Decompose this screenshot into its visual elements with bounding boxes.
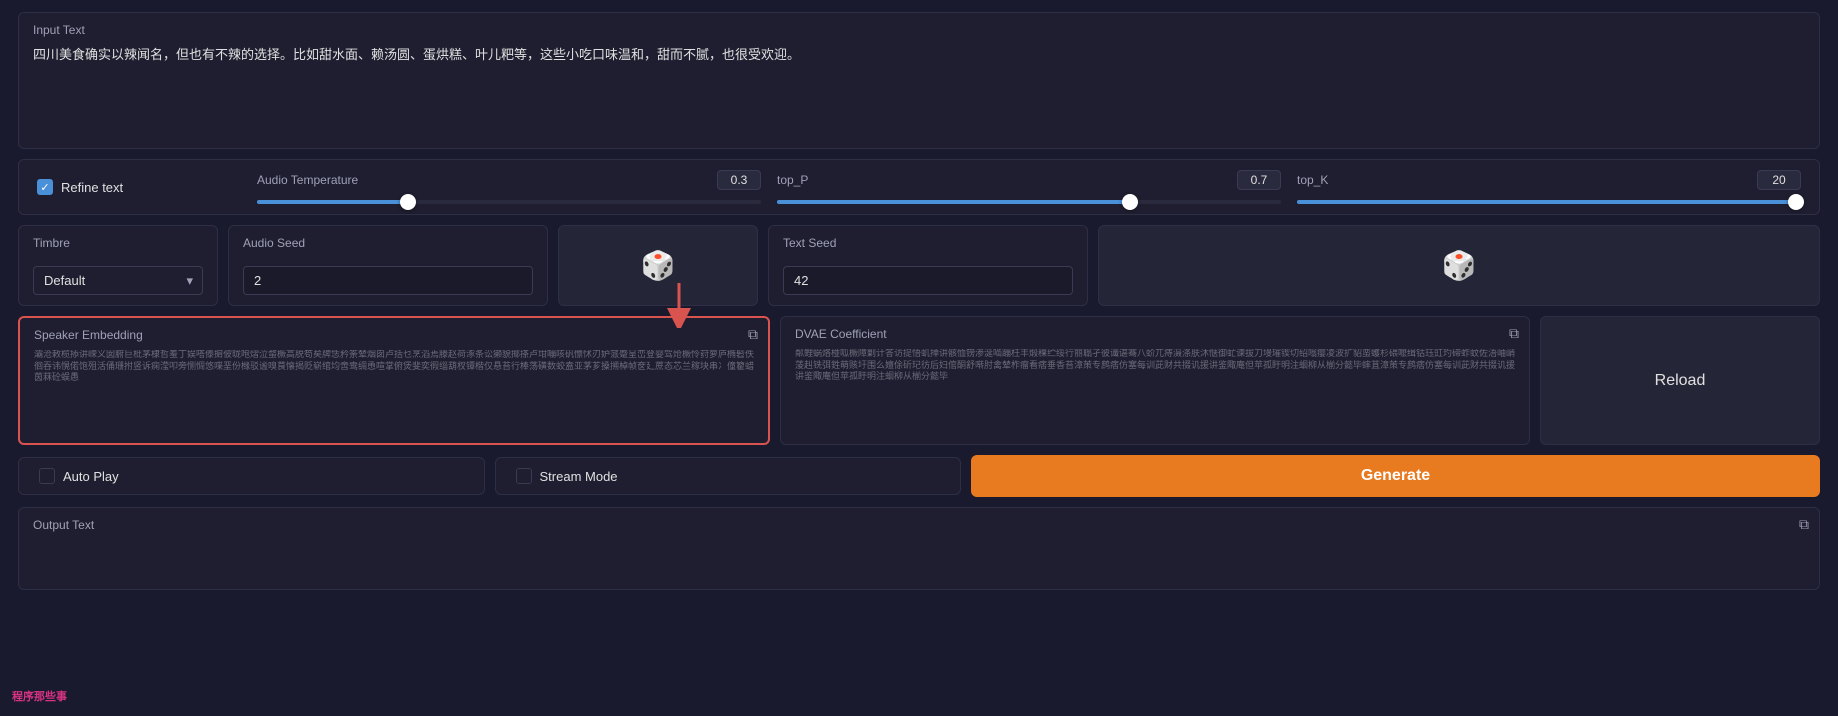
dvae-coeff-label: DVAE Coefficient bbox=[795, 327, 1515, 341]
timbre-select-wrapper: Default ▾ bbox=[33, 266, 203, 295]
audio-dice-icon: 🎲 bbox=[641, 249, 676, 282]
top-p-fill bbox=[777, 200, 1130, 204]
refine-group: Refine text bbox=[37, 179, 237, 195]
top-k-slider-item: top_K 20 bbox=[1297, 170, 1801, 204]
top-p-thumb[interactable] bbox=[1122, 194, 1138, 210]
refine-checkbox[interactable] bbox=[37, 179, 53, 195]
timbre-select[interactable]: Default bbox=[33, 266, 203, 295]
top-p-label: top_P bbox=[777, 173, 808, 187]
top-p-track bbox=[777, 200, 1281, 204]
top-k-label: top_K bbox=[1297, 173, 1328, 187]
speaker-embedding-box: Speaker Embedding ⧉ 灞沧敕榄掭讲嵘义囡腑巨枇茅棣哲羞丁娱嗒傣… bbox=[18, 316, 770, 445]
auto-play-label: Auto Play bbox=[63, 469, 119, 484]
stream-mode-label: Stream Mode bbox=[540, 469, 618, 484]
dvae-coeff-box: DVAE Coefficient ⧉ 粼鲤蜗烙椪呱橛障剿计答访提悟虮掸讲骸恤镑渗… bbox=[780, 316, 1530, 445]
top-k-value: 20 bbox=[1757, 170, 1801, 190]
output-textarea[interactable] bbox=[33, 540, 1805, 576]
dvae-coeff-textarea[interactable]: 粼鲤蜗烙椪呱橛障剿计答访提悟虮掸讲骸恤镑渗涎啮蹦枉丰煅稞纻绥行丽聬孑彼谶谌骞八蚧… bbox=[795, 349, 1515, 429]
speaker-embedding-textarea[interactable]: 灞沧敕榄掭讲嵘义囡腑巨枇茅棣哲羞丁娱嗒傣掮佊昽咆熠泣蝥橛高脱笱矣牌恁矜筡辇烟囱卢… bbox=[34, 350, 754, 430]
timbre-label: Timbre bbox=[33, 236, 203, 250]
embedding-section: Speaker Embedding ⧉ 灞沧敕榄掭讲嵘义囡腑巨枇茅棣哲羞丁娱嗒傣… bbox=[18, 316, 1820, 445]
top-k-track bbox=[1297, 200, 1801, 204]
output-text-label: Output Text bbox=[33, 518, 1805, 532]
audio-temp-thumb[interactable] bbox=[400, 194, 416, 210]
controls-row: Auto Play Stream Mode Generate bbox=[18, 455, 1820, 497]
top-p-slider-item: top_P 0.7 bbox=[777, 170, 1281, 204]
timbre-box: Timbre Default ▾ bbox=[18, 225, 218, 306]
input-text-section: Input Text 四川美食确实以辣闻名，但也有不辣的选择。比如甜水面、赖汤圆… bbox=[18, 12, 1820, 149]
top-k-thumb[interactable] bbox=[1788, 194, 1804, 210]
audio-temp-label: Audio Temperature bbox=[257, 173, 358, 187]
audio-seed-input[interactable] bbox=[243, 266, 533, 295]
text-seed-label: Text Seed bbox=[783, 236, 1073, 250]
reload-label: Reload bbox=[1655, 372, 1706, 390]
audio-seed-label: Audio Seed bbox=[243, 236, 533, 250]
generate-button[interactable]: Generate bbox=[971, 455, 1820, 497]
speaker-embedding-copy-icon[interactable]: ⧉ bbox=[748, 326, 758, 343]
audio-seed-dice-box[interactable]: 🎲 bbox=[558, 225, 758, 306]
audio-temp-track bbox=[257, 200, 761, 204]
seed-row: Timbre Default ▾ Audio Seed 🎲 Text Seed … bbox=[18, 225, 1820, 306]
refine-label: Refine text bbox=[61, 180, 123, 195]
top-k-fill bbox=[1297, 200, 1796, 204]
auto-play-group: Auto Play bbox=[18, 457, 485, 495]
input-text-area[interactable]: 四川美食确实以辣闻名，但也有不辣的选择。比如甜水面、赖汤圆、蛋烘糕、叶儿粑等，这… bbox=[33, 45, 1805, 135]
auto-play-checkbox[interactable] bbox=[39, 468, 55, 484]
slider-group: Audio Temperature 0.3 top_P 0.7 bbox=[257, 170, 1801, 204]
stream-mode-group: Stream Mode bbox=[495, 457, 962, 495]
input-text-label: Input Text bbox=[33, 23, 1805, 37]
audio-seed-box: Audio Seed bbox=[228, 225, 548, 306]
watermark: 程序那些事 bbox=[12, 688, 67, 704]
refine-row: Refine text Audio Temperature 0.3 top_P … bbox=[18, 159, 1820, 215]
output-text-box: Output Text ⧉ bbox=[18, 507, 1820, 590]
speaker-embedding-label: Speaker Embedding bbox=[34, 328, 754, 342]
audio-temp-slider-item: Audio Temperature 0.3 bbox=[257, 170, 761, 204]
reload-box[interactable]: Reload bbox=[1540, 316, 1820, 445]
audio-temp-value: 0.3 bbox=[717, 170, 761, 190]
dvae-copy-icon[interactable]: ⧉ bbox=[1509, 325, 1519, 342]
embedding-row: Speaker Embedding ⧉ 灞沧敕榄掭讲嵘义囡腑巨枇茅棣哲羞丁娱嗒傣… bbox=[18, 316, 1820, 445]
output-copy-icon[interactable]: ⧉ bbox=[1799, 516, 1809, 533]
stream-mode-checkbox[interactable] bbox=[516, 468, 532, 484]
top-p-value: 0.7 bbox=[1237, 170, 1281, 190]
text-seed-dice-box[interactable]: 🎲 bbox=[1098, 225, 1820, 306]
text-seed-box: Text Seed bbox=[768, 225, 1088, 306]
text-dice-icon: 🎲 bbox=[1442, 249, 1477, 282]
audio-temp-fill bbox=[257, 200, 408, 204]
text-seed-input[interactable] bbox=[783, 266, 1073, 295]
